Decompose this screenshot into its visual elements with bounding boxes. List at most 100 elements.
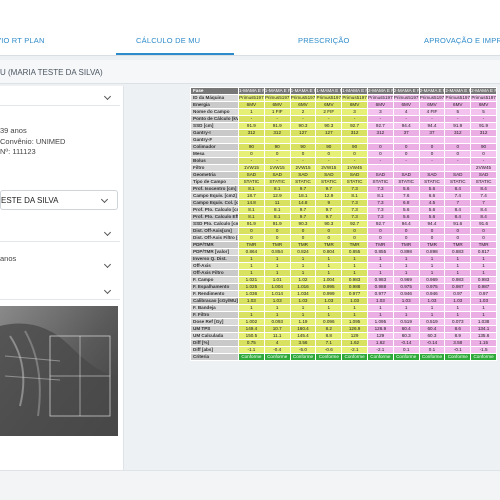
table-cell: 6MV <box>238 101 265 109</box>
patient-select-value: ESTE DA SILVA <box>1 196 59 205</box>
table-cell: 7.4 <box>470 192 497 200</box>
table-cell: 3 <box>341 108 368 116</box>
table-cell: 0.1 <box>418 346 446 354</box>
table-cell <box>392 164 420 172</box>
table-cell: 0.977 <box>366 290 394 298</box>
sidebar-collapsible-2[interactable] <box>0 242 120 269</box>
table-cell: 4 <box>392 108 420 116</box>
table-cell: 0.817 <box>470 248 497 256</box>
table-cell <box>444 164 472 172</box>
table-cell: 1.03 <box>470 297 497 305</box>
table-cell: 8.4 <box>444 213 472 221</box>
table-row: Off-Axis Filtro 1 1 1 1 1 1 1 1 1 1 <box>190 269 497 277</box>
table-cell: 14.8 <box>238 199 265 207</box>
table-cell: STATIC <box>470 178 497 186</box>
table-row: Criteria Conforme Conforme Conforme Conforme… <box>190 353 497 361</box>
table-row: Diff [%] 0.75 4 3.56 7.1 1.62 1.62 -0.14 -0.14 3.… <box>190 339 497 347</box>
table-cell: 0 <box>263 234 291 242</box>
table-cell: 1 <box>392 255 420 263</box>
row-label: Off-Axis Filtro <box>190 269 239 277</box>
table-cell: 6MV <box>341 101 368 109</box>
table-cell: 0 <box>418 150 446 158</box>
row-label: PDP/TMR <box>190 241 239 249</box>
tab-prescricao[interactable]: PRESCRIÇÃO <box>298 36 350 45</box>
mu-calculation-table: Fase1-MAMA E F11-MAMA E F11-MAMA E F11-M… <box>190 87 497 361</box>
table-row: Prof. Pto. Calculo Eff. [cm]8.18.19.79.7… <box>190 213 497 221</box>
row-label: Prof. Pto. Calculo [cm] <box>190 206 239 214</box>
table-cell: 5.6 <box>392 213 420 221</box>
table-cell: 1 <box>418 255 446 263</box>
table-cell: 60.4 <box>418 325 446 333</box>
chevron-down-icon[interactable] <box>103 228 112 237</box>
table-cell: 90 <box>238 143 265 151</box>
table-cell: 0 <box>470 150 497 158</box>
table-row: Gantry-I 312 312 127 127 312 312 37 37 312 312 <box>190 129 497 137</box>
table-cell: 11.1 <box>263 332 291 340</box>
table-cell: Conforme <box>392 353 420 361</box>
table-cell: 1.004 <box>263 283 291 291</box>
table-cell: 0 <box>444 143 472 151</box>
table-cell: 8.4 <box>444 206 472 214</box>
table-cell: 1 <box>341 262 368 270</box>
table-cell: 7.3 <box>366 185 394 193</box>
table-row: Gantry-F <box>190 136 497 144</box>
table-cell: 8.1 <box>238 213 265 221</box>
table-cell: 149.4 <box>238 325 265 333</box>
sidebar-collapsible-1[interactable] <box>0 224 120 242</box>
table-cell: 2 <box>289 108 317 116</box>
table-row: Energia 6MV 6MV 6MV 6MV 6MV 6MV 6MV 6MV 6MV 6MV <box>190 101 497 109</box>
table-cell: 90 <box>341 143 368 151</box>
table-cell: 90 <box>315 143 343 151</box>
table-cell: 1 <box>315 304 343 312</box>
drr-image-viewer[interactable] <box>0 306 118 436</box>
table-cell: 1-MAMA E F1 <box>315 87 343 95</box>
row-label: Dist. Off-Axis[cm] <box>190 227 239 235</box>
table-cell: 1.03 <box>444 297 472 305</box>
patient-convenio: Convênio: UNIMED <box>0 137 66 146</box>
table-cell: 0.883 <box>444 248 472 256</box>
table-row: UM TPS 149.4 10.7 160.4 8.2 126.9 126.9 60.4 60.… <box>190 325 497 333</box>
row-label: Gantry-I <box>190 129 239 137</box>
chevron-down-icon[interactable] <box>103 286 112 295</box>
row-label: Ponto de Cálculo (kV) <box>190 115 239 123</box>
table-cell: 1.03 <box>418 297 446 305</box>
table-cell: STATIC <box>418 178 446 186</box>
patient-select[interactable]: ESTE DA SILVA <box>0 190 118 210</box>
row-label: Criteria <box>190 353 239 361</box>
table-cell: 0 <box>444 227 472 235</box>
table-cell: 312 <box>238 129 265 137</box>
table-cell: - <box>238 157 265 165</box>
sidebar-section-header[interactable] <box>0 88 120 106</box>
tab-aprovacao[interactable]: APROVAÇÃO E IMPR <box>424 36 500 45</box>
table-cell: 126.9 <box>341 325 368 333</box>
table-cell: SAD <box>366 171 394 179</box>
table-row: F. Filtro 1 1 1 1 1 1 1 1 1 1 <box>190 311 497 319</box>
table-cell: 1.038 <box>470 318 497 326</box>
row-label: Colimador <box>190 143 239 151</box>
tab-rt-plan[interactable]: VIO RT PLAN <box>0 36 45 45</box>
chevron-down-icon[interactable] <box>103 260 112 269</box>
table-cell: 90.3 <box>315 220 343 228</box>
table-cell: 1 <box>238 311 265 319</box>
table-cell: 7.4 <box>444 192 472 200</box>
table-cell: 10.7 <box>263 325 291 333</box>
tab-calculo-mu[interactable]: CÁLCULO DE MU <box>136 36 200 45</box>
table-cell: 1 <box>392 311 420 319</box>
table-row: Tipo de Campo STATIC STATIC STATIC STATIC STA… <box>190 178 497 186</box>
row-label: F. Filtro <box>190 311 239 319</box>
sidebar-collapsible-3[interactable] <box>0 282 120 300</box>
table-cell: 0 <box>366 150 394 158</box>
table-cell: 6MV <box>444 101 472 109</box>
table-row: Nome do Campo 1 1 FIF 2 2 FIF 3 3 4 4 FIF 5 5 <box>190 108 497 116</box>
row-label: Off-Axis <box>190 262 239 270</box>
row-label: Filtro <box>190 164 239 172</box>
table-cell: 5.6 <box>418 185 446 193</box>
table-cell: 2VW45 <box>470 164 497 172</box>
chevron-down-icon[interactable] <box>103 92 112 101</box>
table-cell: 4 FIF <box>418 108 446 116</box>
table-cell: 9.7 <box>315 185 343 193</box>
table-cell: 1VW45 <box>341 164 368 172</box>
table-cell: 1 <box>315 255 343 263</box>
table-cell: Primus5197 <box>289 94 317 102</box>
table-cell: 91.6 <box>470 220 497 228</box>
